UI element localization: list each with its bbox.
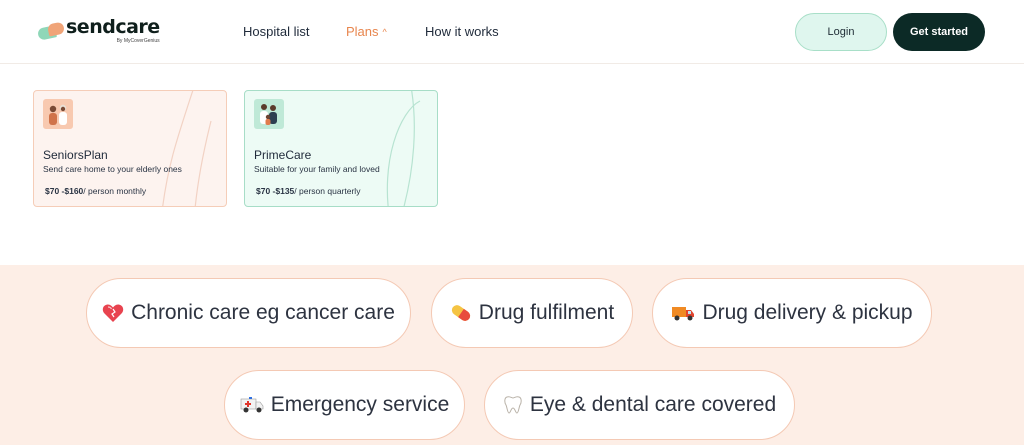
feature-drug-delivery[interactable]: Drug delivery & pickup	[652, 278, 932, 348]
feature-label: Eye & dental care covered	[529, 393, 777, 416]
feature-label: Chronic care eg cancer care	[131, 301, 395, 324]
chevron-up-icon: ^	[382, 27, 387, 37]
feature-chronic-care[interactable]: Chronic care eg cancer care	[86, 278, 411, 348]
brand-tagline: By MyCoverGenius	[116, 38, 160, 44]
feature-eye-dental-care[interactable]: Eye & dental care covered	[484, 370, 795, 440]
plan-title: SeniorsPlan	[43, 148, 108, 162]
plan-title: PrimeCare	[254, 148, 312, 162]
plan-price-period: / person quarterly	[294, 186, 361, 196]
nav-plans-label: Plans	[346, 24, 379, 39]
brand-logo[interactable]: sendcare By MyCoverGenius	[36, 16, 160, 44]
login-button[interactable]: Login	[795, 13, 887, 51]
seniors-illustration-icon	[43, 99, 73, 129]
get-started-button[interactable]: Get started	[893, 13, 985, 51]
feature-label: Emergency service	[270, 393, 450, 416]
plan-price: $70 -$160/ person monthly	[45, 186, 146, 196]
nav-hospital-list[interactable]: Hospital list	[243, 24, 309, 39]
feature-drug-fulfilment[interactable]: Drug fulfilment	[431, 278, 633, 348]
plan-price: $70 -$135/ person quarterly	[256, 186, 360, 196]
plan-card-primecare[interactable]: PrimeCare Suitable for your family and l…	[244, 90, 438, 207]
feature-label: Drug fulfilment	[478, 301, 615, 324]
ambulance-icon	[240, 396, 264, 414]
nav-plans[interactable]: Plans ^	[346, 24, 387, 39]
pill-icon	[450, 303, 472, 323]
brand-name: sendcare	[66, 16, 160, 38]
family-illustration-icon	[254, 99, 284, 129]
plan-price-range: $70 -$135	[256, 186, 295, 196]
logo-mark-icon	[36, 21, 66, 41]
delivery-truck-icon	[671, 304, 695, 322]
card-decoration	[162, 91, 212, 206]
nav-how-it-works[interactable]: How it works	[425, 24, 499, 39]
plan-card-seniors[interactable]: SeniorsPlan Send care home to your elder…	[33, 90, 227, 207]
heart-icon	[102, 303, 124, 323]
plan-price-period: / person monthly	[83, 186, 147, 196]
feature-label: Drug delivery & pickup	[702, 301, 913, 324]
plan-price-range: $70 -$160	[45, 186, 84, 196]
plan-description: Suitable for your family and loved	[254, 164, 380, 174]
features-section: Chronic care eg cancer care Drug fulfilm…	[0, 265, 1024, 445]
feature-emergency-service[interactable]: Emergency service	[224, 370, 465, 440]
tooth-icon	[503, 395, 523, 415]
plan-description: Send care home to your elderly ones	[43, 164, 182, 174]
site-header: sendcare By MyCoverGenius Hospital list …	[0, 0, 1024, 64]
